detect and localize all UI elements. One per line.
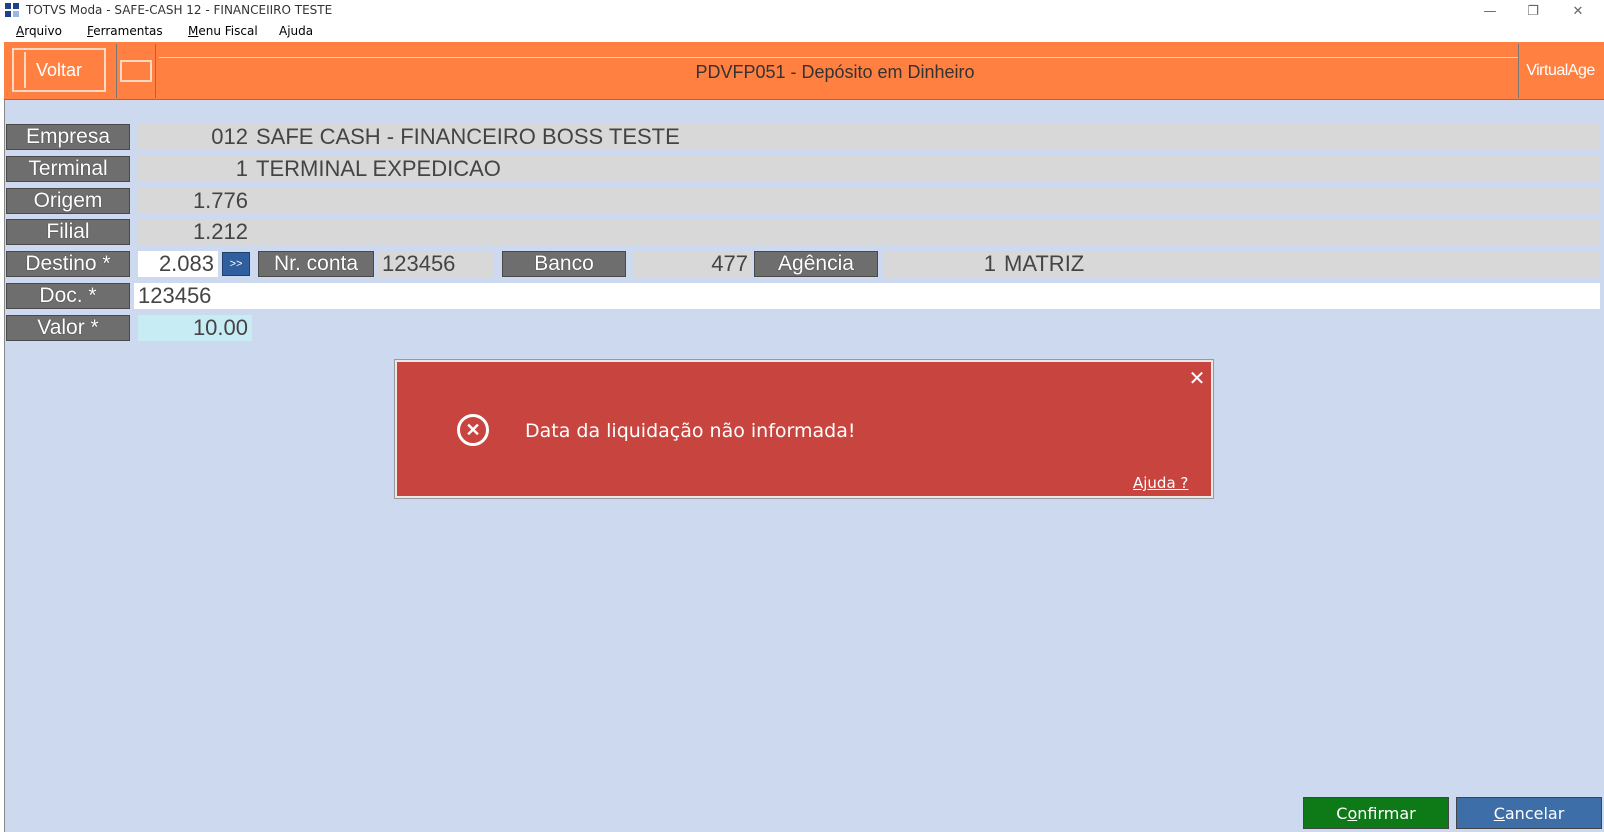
agencia-name: MATRIZ bbox=[1000, 251, 1600, 277]
cancel-accel: C bbox=[1493, 803, 1505, 823]
valor-input[interactable]: 10.00 bbox=[138, 315, 252, 341]
doc-input[interactable]: 123456 bbox=[134, 283, 1600, 309]
menu-fiscal-accel: M bbox=[188, 24, 199, 38]
label-banco: Banco bbox=[502, 251, 626, 277]
menu-bar: Arquivo Ferramentas Menu Fiscal Ajuda bbox=[0, 22, 1604, 42]
menu-arquivo-label: rquivo bbox=[24, 24, 62, 38]
back-chevron-icon bbox=[16, 52, 26, 88]
destino-lookup-button[interactable]: >> bbox=[222, 252, 250, 276]
title-bar: TOTVS Moda - SAFE-CASH 12 - FINANCEIIRO … bbox=[0, 0, 1604, 22]
label-terminal: Terminal bbox=[6, 156, 130, 182]
error-circle-icon: ✕ bbox=[457, 414, 489, 446]
menu-fiscal[interactable]: Menu Fiscal bbox=[188, 24, 258, 38]
back-button-label: Voltar bbox=[35, 59, 83, 80]
restore-button[interactable]: ❐ bbox=[1513, 0, 1553, 22]
confirm-accel: o bbox=[1347, 803, 1358, 823]
label-filial: Filial bbox=[6, 219, 130, 245]
origem-description bbox=[252, 188, 1600, 214]
menu-ferramentas[interactable]: Ferramentas bbox=[87, 24, 163, 38]
filial-value: 1.212 bbox=[138, 219, 252, 245]
error-message: Data da liquidação não informada! bbox=[525, 420, 856, 442]
label-agencia: Agência bbox=[754, 251, 878, 277]
menu-arquivo[interactable]: Arquivo bbox=[16, 24, 62, 38]
square-icon bbox=[120, 60, 152, 82]
close-window-button[interactable]: ✕ bbox=[1558, 0, 1598, 22]
back-button[interactable]: Voltar bbox=[12, 48, 106, 92]
brand-logo: VirtualAge bbox=[1518, 44, 1602, 98]
window-title: TOTVS Moda - SAFE-CASH 12 - FINANCEIIRO … bbox=[26, 3, 333, 17]
label-nr-conta: Nr. conta bbox=[258, 251, 374, 277]
nr-conta-value: 123456 bbox=[378, 251, 494, 277]
confirm-button[interactable]: Co nfirmar bbox=[1303, 797, 1449, 829]
help-link[interactable]: Ajuda ? bbox=[1133, 474, 1188, 492]
menu-ajuda-label: Ajuda bbox=[279, 24, 314, 38]
cancel-button[interactable]: Cancelar bbox=[1456, 797, 1602, 829]
header-divider bbox=[159, 57, 1519, 58]
menu-fiscal-label: enu Fiscal bbox=[198, 24, 258, 38]
window-toggle-button[interactable] bbox=[116, 44, 156, 98]
error-dialog: ✕ ✕ Data da liquidação não informada! Aj… bbox=[395, 360, 1213, 498]
label-destino: Destino * bbox=[6, 251, 130, 277]
terminal-code: 1 bbox=[138, 156, 252, 182]
banco-value: 477 bbox=[634, 251, 752, 277]
app-icon bbox=[5, 3, 19, 17]
menu-ajuda[interactable]: Ajuda bbox=[279, 24, 313, 38]
page-title: PDVFP051 - Depósito em Dinheiro bbox=[695, 62, 975, 82]
empresa-code: 012 bbox=[138, 124, 252, 150]
empresa-name: SAFE CASH - FINANCEIRO BOSS TESTE bbox=[252, 124, 1600, 150]
label-valor: Valor * bbox=[6, 315, 130, 341]
filial-description bbox=[252, 219, 1600, 245]
destino-input[interactable]: 2.083 bbox=[138, 251, 218, 277]
cancel-label-end: ancelar bbox=[1504, 803, 1565, 823]
label-origem: Origem bbox=[6, 188, 130, 214]
label-doc: Doc. * bbox=[6, 283, 130, 309]
confirm-label-start: C bbox=[1336, 803, 1348, 823]
dialog-close-icon[interactable]: ✕ bbox=[1187, 368, 1207, 390]
terminal-name: TERMINAL EXPEDICAO bbox=[252, 156, 1600, 182]
minimize-button[interactable]: — bbox=[1470, 0, 1510, 22]
menu-ferramentas-label: erramentas bbox=[93, 24, 163, 38]
label-empresa: Empresa bbox=[6, 124, 130, 150]
origem-value: 1.776 bbox=[138, 188, 252, 214]
confirm-label-end: nfirmar bbox=[1357, 803, 1416, 823]
agencia-code: 1 bbox=[884, 251, 1000, 277]
menu-arquivo-accel: A bbox=[16, 24, 25, 38]
